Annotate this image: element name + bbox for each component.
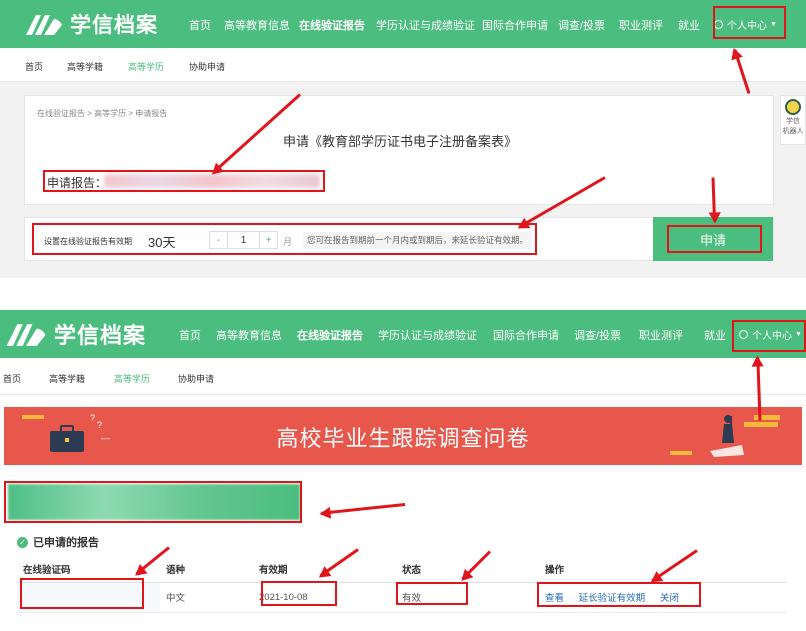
nav-international-cooperation[interactable]: 国际合作申请 [493, 327, 559, 343]
brand-name: 学信档案 [54, 323, 147, 348]
breadcrumb-separator: > [128, 109, 134, 118]
nav-degree-certification[interactable]: 学历认证与成绩验证 [378, 327, 477, 343]
robot-label: 学信 [786, 118, 800, 125]
bottom-subnav: 首页 高等学籍 高等学历 协助申请 [0, 358, 806, 395]
highlight-green-block [4, 481, 302, 523]
annotation-arrow [321, 503, 406, 515]
highlight-user-menu-bottom [732, 320, 806, 352]
subnav-assist-apply[interactable]: 协助申请 [178, 372, 214, 385]
bottom-navbar: 学信档案 首页 高等教育信息 在线验证报告 学历认证与成绩验证 国际合作申请 调… [0, 310, 806, 358]
nav-survey-vote[interactable]: 调查/投票 [558, 17, 605, 33]
survey-banner[interactable]: ? ? — 高校毕业生跟踪调查问卷 [4, 407, 802, 465]
section-title: 已申请的报告 [33, 537, 99, 549]
highlight-status-cell [396, 582, 468, 605]
nav-degree-certification[interactable]: 学历认证与成绩验证 [376, 17, 475, 33]
robot-assistant[interactable]: 学信 机器人 [780, 95, 806, 145]
nav-online-verification[interactable]: 在线验证报告 [297, 327, 363, 343]
decor-bar [22, 415, 44, 419]
xuexin-logo-icon [6, 324, 46, 346]
nav-career-assessment[interactable]: 职业测评 [639, 327, 683, 343]
breadcrumb-item[interactable]: 高等学历 [94, 109, 126, 118]
highlight-user-menu-top [713, 6, 786, 39]
subnav-home[interactable]: 首页 [3, 372, 21, 385]
nav-home[interactable]: 首页 [189, 17, 211, 33]
nav-higher-education-info[interactable]: 高等教育信息 [224, 17, 290, 33]
bottom-logo[interactable]: 学信档案 [4, 310, 146, 358]
highlight-validity [32, 223, 537, 255]
nav-survey-vote[interactable]: 调查/投票 [574, 327, 621, 343]
subnav-degree[interactable]: 高等学历 [114, 372, 150, 385]
highlight-actions-cell [537, 582, 701, 607]
xuexin-logo-icon [26, 15, 62, 35]
column-header-actions: 操作 [539, 556, 787, 583]
cell-language: 中文 [160, 582, 253, 613]
breadcrumb-separator: > [87, 109, 92, 118]
nav-higher-education-info[interactable]: 高等教育信息 [216, 327, 282, 343]
breadcrumb: 在线验证报告 > 高等学历 > 申请报告 [37, 108, 167, 119]
section-header: ✓ 已申请的报告 [17, 534, 99, 550]
nav-career-assessment[interactable]: 职业测评 [619, 17, 663, 33]
top-subnav: 首页 高等学籍 高等学历 协助申请 [0, 48, 806, 82]
page-heading: 申请《教育部学历证书电子注册备案表》 [282, 134, 517, 149]
top-navbar: 学信档案 首页 高等教育信息 在线验证报告 学历认证与成绩验证 国际合作申请 调… [0, 0, 806, 48]
banner-title: 高校毕业生跟踪调查问卷 [276, 426, 530, 451]
robot-avatar-icon [785, 99, 801, 115]
breadcrumb-item: 申请报告 [135, 109, 168, 118]
nav-online-verification[interactable]: 在线验证报告 [299, 17, 365, 33]
subnav-enrollment[interactable]: 高等学籍 [67, 60, 103, 73]
highlight-report-name [43, 170, 325, 192]
subnav-assist-apply[interactable]: 协助申请 [189, 60, 225, 73]
subnav-enrollment[interactable]: 高等学籍 [49, 372, 85, 385]
highlight-apply-button [667, 225, 762, 253]
subnav-degree[interactable]: 高等学历 [128, 60, 164, 73]
breadcrumb-item[interactable]: 在线验证报告 [37, 109, 85, 118]
check-circle-icon: ✓ [17, 536, 28, 548]
highlight-expiry-cell [261, 581, 337, 606]
nav-home[interactable]: 首页 [179, 327, 201, 343]
brand-name: 学信档案 [70, 14, 158, 37]
nav-employment[interactable]: 就业 [678, 17, 700, 33]
robot-label: 机器人 [782, 128, 804, 135]
top-logo[interactable]: 学信档案 [24, 0, 158, 48]
column-header-language: 语种 [160, 556, 253, 583]
nav-employment[interactable]: 就业 [704, 327, 726, 343]
subnav-home[interactable]: 首页 [25, 60, 43, 73]
highlight-code-cell [20, 578, 144, 609]
nav-international-cooperation[interactable]: 国际合作申请 [482, 17, 548, 33]
